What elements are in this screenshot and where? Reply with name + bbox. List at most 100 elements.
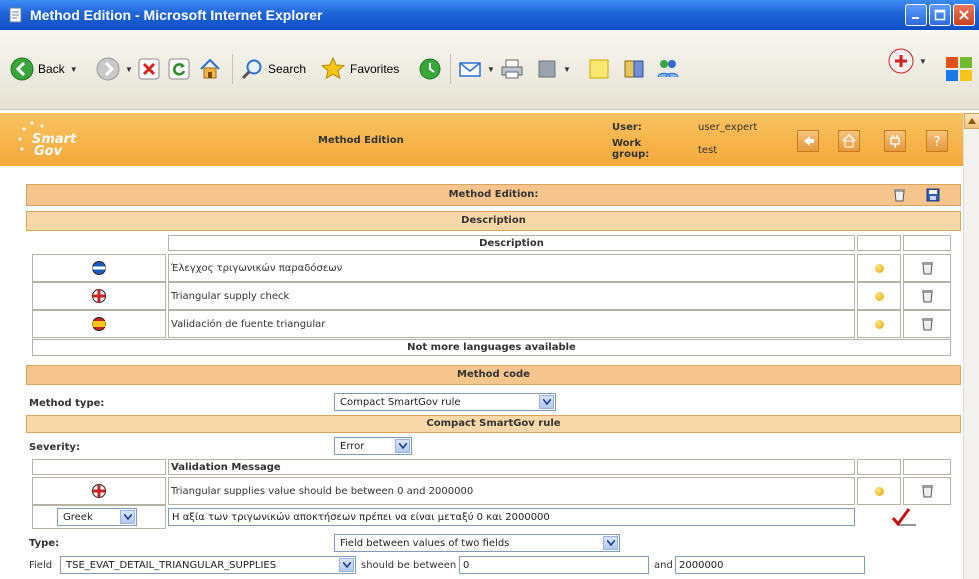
severity-select[interactable]: Error <box>334 437 412 455</box>
forward-button[interactable]: ▼ <box>96 57 133 81</box>
field-select[interactable]: TSE_EVAT_DETAIL_TRIANGULAR_SUPPLIES <box>60 556 356 574</box>
max-value-input[interactable]: 2000000 <box>675 556 865 574</box>
header-spacer-1 <box>857 459 901 475</box>
search-button[interactable]: Search <box>240 57 306 81</box>
back-label: Back <box>38 62 65 76</box>
delete-cell[interactable] <box>903 282 951 310</box>
chevron-down-icon[interactable]: ▼ <box>125 65 133 74</box>
close-icon <box>959 10 969 20</box>
trash-icon[interactable] <box>921 289 934 303</box>
chevron-down-icon[interactable] <box>603 536 618 550</box>
print-button[interactable] <box>500 57 524 81</box>
stop-button[interactable] <box>138 58 160 80</box>
forward-arrow-icon <box>96 57 120 81</box>
page-title: Method Edition <box>318 135 404 146</box>
help-button[interactable]: ? <box>926 130 948 152</box>
confirm-cell[interactable] <box>857 505 951 529</box>
severity-value: Error <box>340 440 365 452</box>
close-window-button[interactable] <box>953 4 975 26</box>
research-button[interactable] <box>622 57 646 81</box>
plug-icon <box>890 135 900 148</box>
maximize-button[interactable] <box>929 4 951 26</box>
stop-icon <box>138 58 160 80</box>
window-title: Method Edition - Microsoft Internet Expl… <box>30 7 323 23</box>
status-dot-cell <box>857 282 901 310</box>
workgroup-value: test <box>698 145 718 156</box>
chevron-down-icon[interactable] <box>539 395 554 409</box>
minimize-icon <box>912 17 919 19</box>
header-spacer-2 <box>903 235 951 251</box>
chevron-down-icon[interactable]: ▼ <box>70 65 78 74</box>
discuss-button[interactable] <box>588 58 610 80</box>
home-icon <box>842 133 856 148</box>
description-section-bar: Description <box>26 211 961 231</box>
no-more-languages: Not more languages available <box>32 339 951 356</box>
history-icon <box>419 58 441 80</box>
description-text[interactable]: Έλεγχος τριγωνικών παραδόσεων <box>168 254 855 282</box>
save-icon[interactable] <box>926 188 940 202</box>
language-select[interactable]: Greek <box>57 508 137 526</box>
chevron-down-icon[interactable]: ▼ <box>919 57 927 66</box>
status-dot-icon <box>874 486 884 496</box>
chevron-down-icon[interactable]: ▼ <box>563 65 571 74</box>
validation-message-text[interactable]: Triangular supplies value should be betw… <box>168 477 855 505</box>
chevron-down-icon[interactable]: ▼ <box>487 65 495 74</box>
back-nav-button[interactable] <box>797 130 819 152</box>
min-value-input[interactable]: 0 <box>459 556 649 574</box>
logout-button[interactable] <box>884 130 906 152</box>
toolbar-extra-button[interactable]: ▼ <box>888 48 927 74</box>
method-type-label: Method type: <box>29 398 105 409</box>
home-button[interactable] <box>198 57 222 81</box>
description-text[interactable]: Triangular supply check <box>168 282 855 310</box>
new-message-input[interactable]: Η αξία των τριγωνικών αποκτήσεων πρέπει … <box>168 508 855 526</box>
messenger-icon <box>657 60 679 78</box>
header-spacer-2 <box>903 459 951 475</box>
status-dot-cell <box>857 310 901 338</box>
workgroup-label: Work group: <box>612 138 649 160</box>
trash-icon[interactable] <box>921 261 934 275</box>
type-select[interactable]: Field between values of two fields <box>334 534 620 552</box>
mail-button[interactable]: ▼ <box>458 57 495 81</box>
description-text[interactable]: Validación de fuente triangular <box>168 310 855 338</box>
minimize-button[interactable] <box>905 4 927 26</box>
chevron-down-icon[interactable] <box>395 439 410 453</box>
messenger-button[interactable] <box>656 57 680 81</box>
delete-cell[interactable] <box>903 310 951 338</box>
delete-cell[interactable] <box>903 254 951 282</box>
language-flag-cell <box>32 282 166 310</box>
uk-flag-icon <box>92 289 106 303</box>
spanish-flag-icon <box>92 317 106 331</box>
workgroup-label-line1: Work <box>612 138 642 149</box>
windows-logo <box>944 54 974 84</box>
validation-message-header: Validation Message <box>168 459 855 475</box>
refresh-button[interactable] <box>168 58 190 80</box>
back-arrow-icon <box>10 57 34 81</box>
favorites-button[interactable]: Favorites <box>320 56 399 82</box>
edit-button[interactable]: ▼ <box>536 58 571 80</box>
history-button[interactable] <box>418 57 442 81</box>
checkmark-icon[interactable] <box>889 507 919 527</box>
pdf-plugin-icon <box>888 48 914 74</box>
arrow-left-icon <box>804 136 814 146</box>
header-spacer-1 <box>857 235 901 251</box>
page-scrollbar[interactable] <box>963 113 979 579</box>
chevron-down-icon[interactable] <box>120 510 135 524</box>
trash-icon[interactable] <box>921 317 934 331</box>
field-label: Field <box>29 560 53 571</box>
window-title-bar: Method Edition - Microsoft Internet Expl… <box>0 0 979 30</box>
trash-icon[interactable] <box>921 484 934 498</box>
back-button[interactable]: Back ▼ <box>10 57 78 81</box>
favorites-label: Favorites <box>350 62 400 76</box>
description-column-header: Description <box>168 235 855 251</box>
delete-cell[interactable] <box>903 477 951 505</box>
compact-rule-section-bar: Compact SmartGov rule <box>26 415 961 433</box>
chevron-down-icon[interactable] <box>339 558 354 572</box>
uk-flag-icon <box>92 484 106 498</box>
language-flag-cell <box>32 254 166 282</box>
trash-icon[interactable] <box>893 188 906 202</box>
scroll-up-button[interactable] <box>964 113 979 129</box>
home-nav-button[interactable] <box>838 130 860 152</box>
method-type-select[interactable]: Compact SmartGov rule <box>334 393 556 411</box>
type-label: Type: <box>29 538 60 549</box>
header-spacer-left <box>32 459 166 475</box>
